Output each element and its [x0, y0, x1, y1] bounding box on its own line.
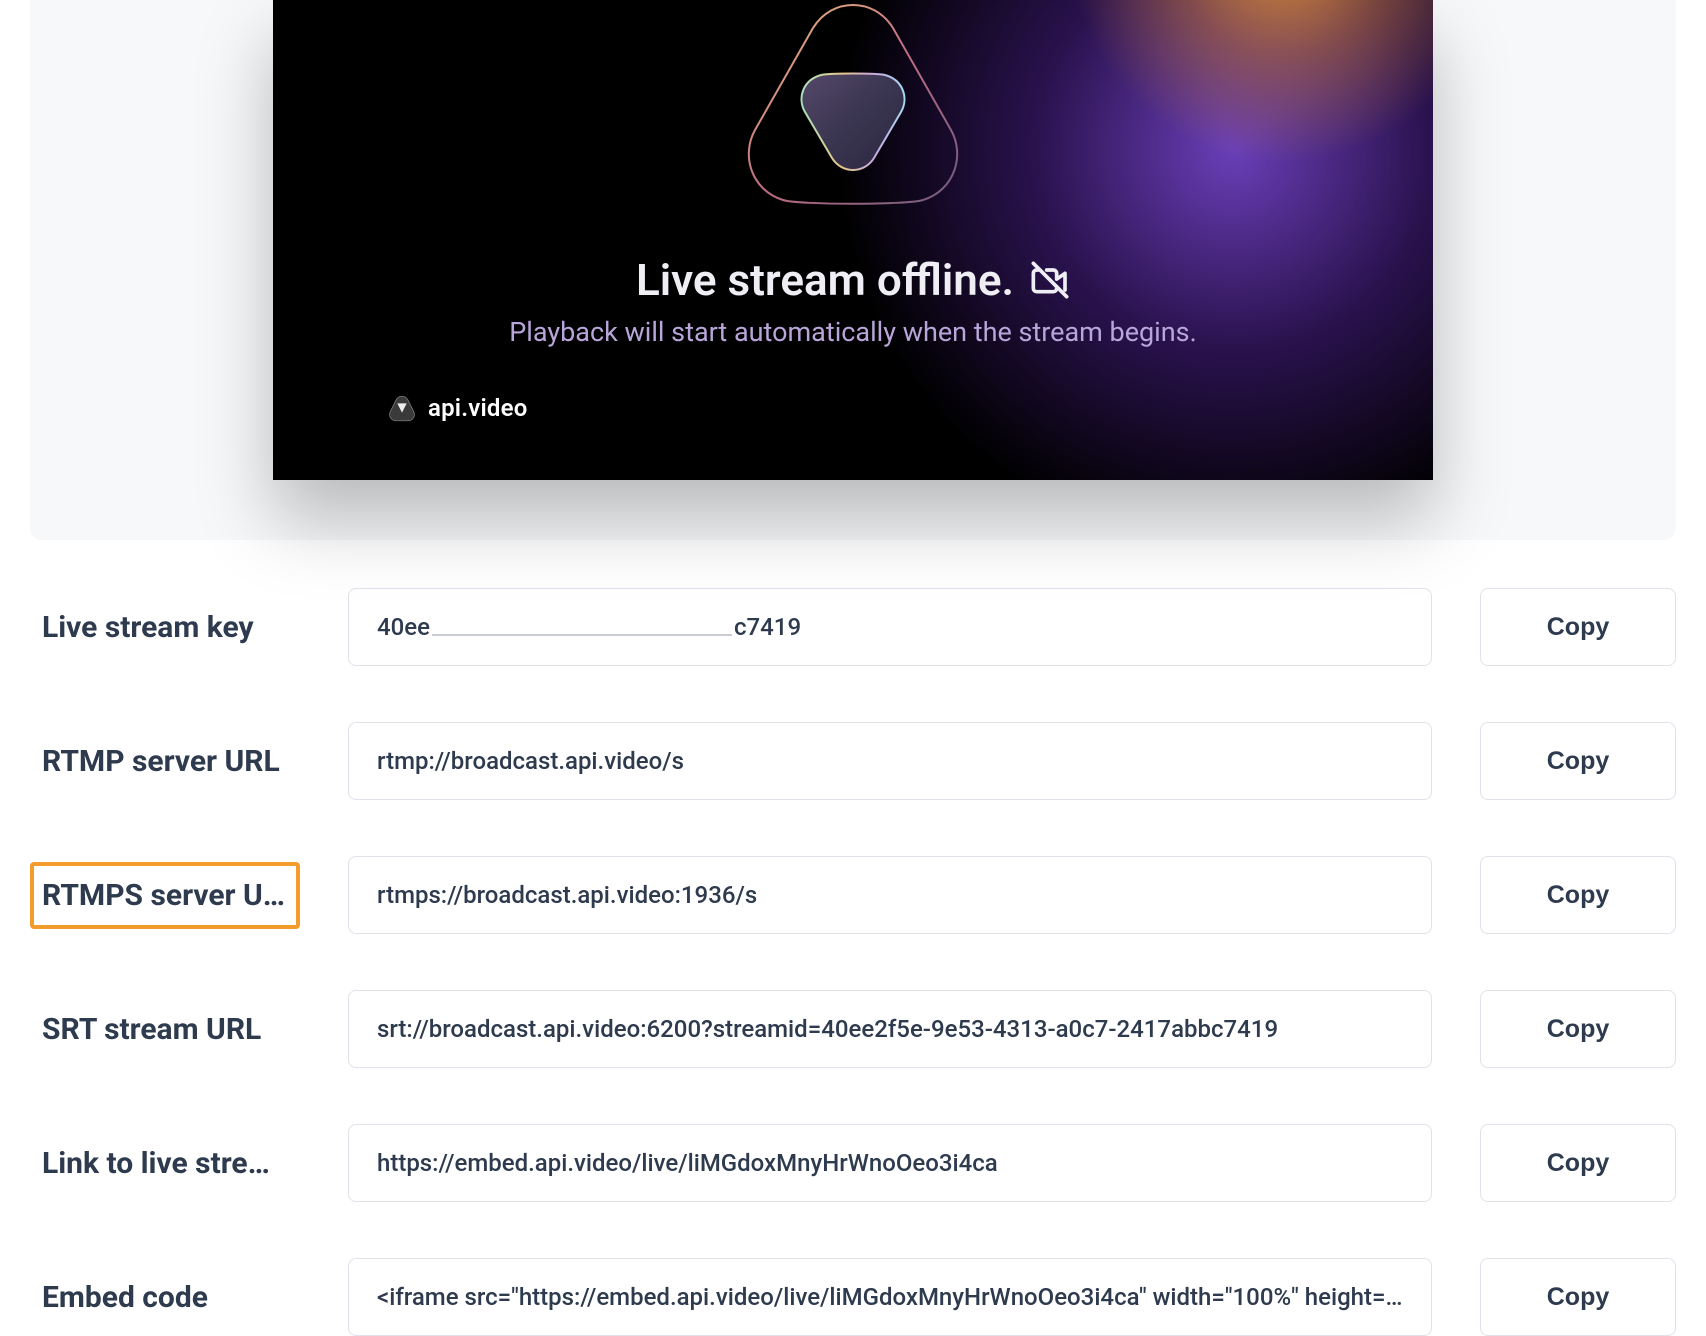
- player-hero-container: Live stream offline. Playback will start…: [30, 0, 1676, 540]
- stream-fields: Live stream key40eec7419CopyRTMP server …: [30, 540, 1676, 1336]
- field-value[interactable]: srt://broadcast.api.video:6200?streamid=…: [348, 990, 1432, 1068]
- field-value[interactable]: https://embed.api.video/live/liMGdoxMnyH…: [348, 1124, 1432, 1202]
- field-value-text: rtmp://broadcast.api.video/s: [377, 747, 1403, 775]
- field-value-text: srt://broadcast.api.video:6200?streamid=…: [377, 1015, 1403, 1043]
- offline-title: Live stream offline.: [636, 254, 1014, 306]
- copy-button[interactable]: Copy: [1480, 1124, 1676, 1202]
- camera-off-icon: [1030, 260, 1070, 300]
- field-row: RTMPS server U… rtmps://broadcast.api.vid…: [30, 856, 1676, 934]
- copy-button[interactable]: Copy: [1480, 990, 1676, 1068]
- copy-button[interactable]: Copy: [1480, 588, 1676, 666]
- field-row: Live stream key 40eec7419 Copy: [30, 588, 1676, 666]
- field-row: Embed code <iframe src="https://embed.api…: [30, 1258, 1676, 1336]
- field-value[interactable]: 40eec7419: [348, 588, 1432, 666]
- copy-button[interactable]: Copy: [1480, 1258, 1676, 1336]
- copy-button[interactable]: Copy: [1480, 856, 1676, 934]
- field-row: SRT stream URL srt://broadcast.api.video:…: [30, 990, 1676, 1068]
- video-player[interactable]: Live stream offline. Playback will start…: [273, 0, 1433, 480]
- api-video-logo-icon: [733, 0, 973, 224]
- field-row: Link to live stre… https://embed.api.vide…: [30, 1124, 1676, 1202]
- offline-status-line: Live stream offline.: [636, 254, 1070, 306]
- field-label: RTMPS server U…: [30, 862, 300, 929]
- field-row: RTMP server URL rtmp://broadcast.api.vide…: [30, 722, 1676, 800]
- field-value[interactable]: rtmps://broadcast.api.video:1936/s: [348, 856, 1432, 934]
- field-value-text: <iframe src="https://embed.api.video/liv…: [377, 1283, 1403, 1311]
- field-value-text: 40eec7419: [377, 613, 1403, 641]
- field-label: Link to live stre…: [30, 1130, 300, 1197]
- field-value-text: https://embed.api.video/live/liMGdoxMnyH…: [377, 1149, 1403, 1177]
- field-value-text: rtmps://broadcast.api.video:1936/s: [377, 881, 1403, 909]
- field-value[interactable]: <iframe src="https://embed.api.video/liv…: [348, 1258, 1432, 1336]
- redacted-segment: [432, 634, 732, 636]
- field-value[interactable]: rtmp://broadcast.api.video/s: [348, 722, 1432, 800]
- field-label: Embed code: [30, 1264, 300, 1331]
- field-label: SRT stream URL: [30, 996, 300, 1063]
- field-label: Live stream key: [30, 594, 300, 661]
- field-label: RTMP server URL: [30, 728, 300, 795]
- offline-subtitle: Playback will start automatically when t…: [509, 316, 1196, 348]
- copy-button[interactable]: Copy: [1480, 722, 1676, 800]
